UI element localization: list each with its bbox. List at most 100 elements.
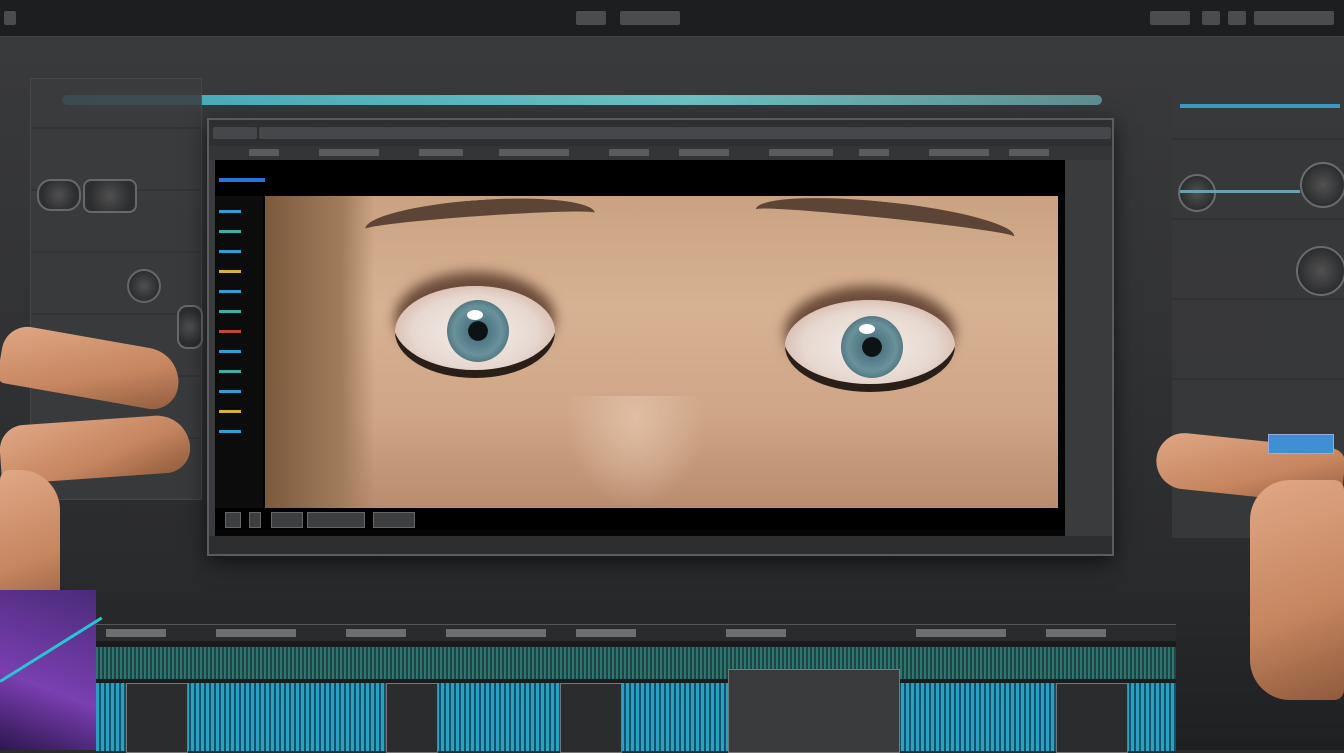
audio-waveform-track[interactable] bbox=[96, 647, 1176, 679]
gear-icon[interactable] bbox=[1300, 162, 1344, 208]
meter-bar bbox=[219, 250, 241, 253]
dial-icon[interactable] bbox=[83, 179, 137, 213]
dial-icon[interactable] bbox=[177, 305, 203, 349]
sub-tool[interactable] bbox=[679, 149, 729, 156]
sub-tool[interactable] bbox=[1009, 149, 1049, 156]
editing-timeline bbox=[96, 624, 1176, 753]
toolbar-control[interactable] bbox=[4, 11, 16, 25]
sub-tool[interactable] bbox=[859, 149, 889, 156]
menu-item[interactable] bbox=[965, 127, 1019, 139]
menu-item[interactable] bbox=[507, 127, 567, 139]
toolbar-control[interactable] bbox=[1228, 11, 1246, 25]
ruler-tick bbox=[916, 629, 1006, 637]
left-iris bbox=[447, 300, 509, 362]
right-eye bbox=[785, 300, 955, 392]
editing-monitor bbox=[207, 118, 1114, 556]
sub-tool[interactable] bbox=[319, 149, 379, 156]
menu-item[interactable] bbox=[1015, 127, 1071, 139]
clip-thumbnail[interactable] bbox=[560, 683, 622, 753]
control-button[interactable] bbox=[249, 512, 261, 528]
right-slider[interactable] bbox=[1180, 190, 1300, 193]
dial-icon[interactable] bbox=[37, 179, 81, 211]
video-frame-eyes[interactable] bbox=[265, 196, 1058, 508]
control-button[interactable] bbox=[373, 512, 415, 528]
sub-tool[interactable] bbox=[929, 149, 989, 156]
monitor-bezel bbox=[209, 536, 1112, 554]
meter-bar bbox=[219, 370, 241, 373]
ruler-tick bbox=[216, 629, 296, 637]
toolbar-control[interactable] bbox=[1254, 11, 1334, 25]
sub-tool[interactable] bbox=[249, 149, 279, 156]
left-glint bbox=[467, 310, 483, 320]
ruler-tick bbox=[446, 629, 546, 637]
sub-tool[interactable] bbox=[609, 149, 649, 156]
sub-toolbar bbox=[209, 146, 1112, 160]
handheld-device[interactable] bbox=[1268, 434, 1334, 454]
menu-item[interactable] bbox=[625, 127, 681, 139]
menu-item[interactable] bbox=[791, 127, 857, 139]
timeline-ruler[interactable] bbox=[96, 625, 1176, 641]
left-eye bbox=[395, 286, 555, 378]
preview-header bbox=[215, 160, 1065, 196]
ruler-tick bbox=[1046, 629, 1106, 637]
right-glint bbox=[859, 324, 875, 334]
menu-item[interactable] bbox=[443, 127, 511, 139]
meter-bar bbox=[219, 230, 241, 233]
ruler-tick bbox=[106, 629, 166, 637]
control-button[interactable] bbox=[225, 512, 241, 528]
preview-progress bbox=[219, 178, 265, 182]
meter-bar bbox=[219, 290, 241, 293]
purple-accent-panel bbox=[0, 590, 103, 750]
preview-screen bbox=[215, 160, 1065, 536]
nose-bridge bbox=[565, 396, 705, 508]
menu-item[interactable] bbox=[213, 127, 257, 139]
right-eyebrow bbox=[753, 196, 1017, 258]
sub-tool[interactable] bbox=[419, 149, 463, 156]
menu-item[interactable] bbox=[739, 127, 795, 139]
right-slider[interactable] bbox=[1180, 104, 1340, 108]
menu-item[interactable] bbox=[319, 127, 391, 139]
hair-region bbox=[265, 196, 375, 508]
clip-thumbnail[interactable] bbox=[126, 683, 188, 753]
menu-item[interactable] bbox=[563, 127, 629, 139]
control-button[interactable] bbox=[307, 512, 365, 528]
control-button[interactable] bbox=[271, 512, 303, 528]
top-toolbar bbox=[0, 0, 1344, 37]
meter-bar bbox=[219, 410, 241, 413]
ruler-tick bbox=[726, 629, 786, 637]
dial-icon[interactable] bbox=[127, 269, 161, 303]
gear-icon[interactable] bbox=[1296, 246, 1344, 296]
clip-thumbnail[interactable] bbox=[728, 669, 900, 753]
meter-bar bbox=[219, 430, 241, 433]
ruler-tick bbox=[576, 629, 636, 637]
sub-tool[interactable] bbox=[769, 149, 833, 156]
menu-item[interactable] bbox=[389, 127, 445, 139]
ruler-tick bbox=[346, 629, 406, 637]
clip-thumbnail[interactable] bbox=[386, 683, 438, 753]
meter-bar bbox=[219, 210, 241, 213]
toolbar-control[interactable] bbox=[620, 11, 680, 25]
clip-thumbnail[interactable] bbox=[1056, 683, 1128, 753]
video-clips-track[interactable] bbox=[96, 683, 1176, 751]
left-eyebrow bbox=[363, 196, 597, 250]
meter-bar bbox=[219, 390, 241, 393]
toolbar-control[interactable] bbox=[576, 11, 606, 25]
right-hand-palm bbox=[1250, 480, 1344, 700]
menu-item[interactable] bbox=[909, 127, 969, 139]
meter-bar bbox=[219, 330, 241, 333]
level-meters bbox=[215, 196, 263, 508]
meter-bar bbox=[219, 270, 241, 273]
menu-bar bbox=[209, 120, 1112, 147]
meter-bar bbox=[219, 310, 241, 313]
menu-item[interactable] bbox=[1067, 127, 1111, 139]
menu-item[interactable] bbox=[259, 127, 321, 139]
menu-item[interactable] bbox=[855, 127, 911, 139]
toolbar-control[interactable] bbox=[1202, 11, 1220, 25]
preview-controls bbox=[215, 508, 1065, 530]
sub-tool[interactable] bbox=[499, 149, 569, 156]
settings-icon[interactable] bbox=[1178, 174, 1216, 212]
menu-item[interactable] bbox=[679, 127, 743, 139]
toolbar-control[interactable] bbox=[1150, 11, 1190, 25]
top-progress-strip[interactable] bbox=[62, 95, 1102, 105]
meter-bar bbox=[219, 350, 241, 353]
